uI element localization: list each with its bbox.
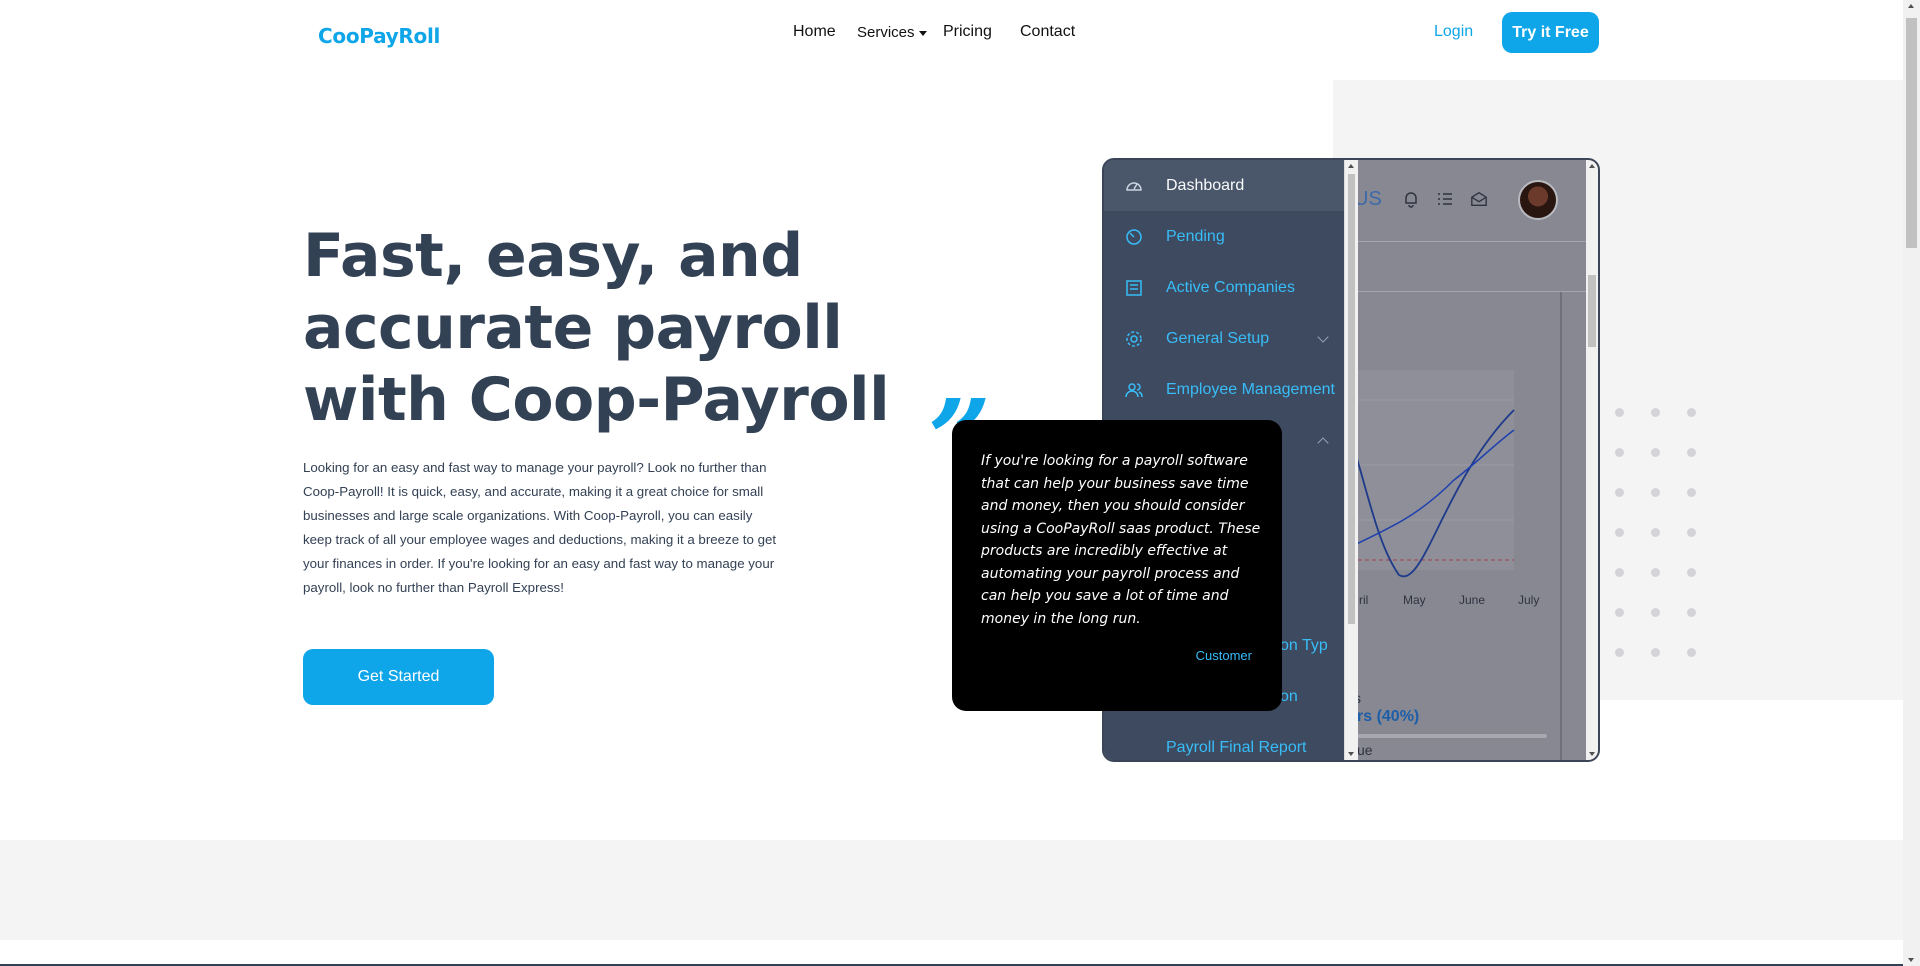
dot bbox=[1615, 608, 1624, 617]
scroll-down-arrow-icon[interactable] bbox=[1348, 752, 1354, 756]
nav-services-dropdown[interactable]: Services bbox=[857, 24, 927, 41]
scrollbar-thumb[interactable] bbox=[1906, 18, 1917, 248]
sidebar-item-pending[interactable]: Pending bbox=[1104, 211, 1344, 262]
scroll-down-arrow-icon[interactable] bbox=[1908, 958, 1914, 962]
sidebar-item-label: Employee Management bbox=[1166, 380, 1335, 398]
stat-highlight: rs (40%) bbox=[1357, 708, 1420, 725]
dot bbox=[1615, 568, 1624, 577]
dot bbox=[1687, 488, 1696, 497]
page-scrollbar[interactable] bbox=[1903, 0, 1920, 966]
user-avatar[interactable] bbox=[1518, 180, 1558, 220]
dot bbox=[1615, 648, 1624, 657]
sidebar-item-label: Active Companies bbox=[1166, 278, 1295, 296]
sidebar-item-label: General Setup bbox=[1166, 329, 1270, 347]
scroll-up-arrow-icon[interactable] bbox=[1908, 4, 1914, 8]
get-started-button[interactable]: Get Started bbox=[303, 649, 494, 705]
dot bbox=[1687, 448, 1696, 457]
dot bbox=[1651, 608, 1660, 617]
dot bbox=[1687, 408, 1696, 417]
dot bbox=[1687, 568, 1696, 577]
scroll-up-arrow-icon[interactable] bbox=[1589, 164, 1595, 168]
sidebar-item-active-companies[interactable]: Active Companies bbox=[1104, 262, 1344, 313]
nav-services-label: Services bbox=[857, 24, 915, 41]
nav-pricing-link[interactable]: Pricing bbox=[943, 23, 992, 41]
stat-progress-bar bbox=[1357, 734, 1547, 738]
sidebar-item-employee-management[interactable]: Employee Management bbox=[1104, 364, 1344, 415]
dot bbox=[1651, 448, 1660, 457]
sidebar-item-label: Payroll Final Report bbox=[1166, 738, 1307, 756]
testimonial-author: Customer bbox=[1195, 648, 1252, 663]
try-free-button[interactable]: Try it Free bbox=[1502, 12, 1599, 53]
testimonial-text: If you're looking for a payroll software… bbox=[981, 453, 1261, 627]
employees-icon bbox=[1125, 382, 1143, 397]
chart-month-label: May bbox=[1403, 593, 1426, 607]
nav-contact-link[interactable]: Contact bbox=[1020, 23, 1075, 41]
dashboard-topbar-text: US bbox=[1354, 188, 1382, 210]
bell-icon[interactable] bbox=[1402, 190, 1420, 208]
dot bbox=[1687, 608, 1696, 617]
dot bbox=[1615, 408, 1624, 417]
caret-down-icon bbox=[918, 30, 927, 36]
dashboard-scrollbar[interactable] bbox=[1586, 160, 1598, 760]
scroll-down-arrow-icon[interactable] bbox=[1589, 752, 1595, 756]
dot bbox=[1615, 488, 1624, 497]
hero-title: Fast, easy, and accurate payroll with Co… bbox=[303, 221, 890, 435]
scroll-up-arrow-icon[interactable] bbox=[1348, 164, 1354, 168]
hero-description: Looking for an easy and fast way to mana… bbox=[303, 460, 777, 595]
pending-icon bbox=[1126, 228, 1142, 245]
dot bbox=[1651, 568, 1660, 577]
sidebar-item-payroll-final-report[interactable]: Payroll Final Report bbox=[1104, 722, 1344, 760]
dot bbox=[1651, 528, 1660, 537]
page: CooPayRoll Home Services Pricing Contact… bbox=[0, 0, 1920, 966]
sidebar-item-general-setup[interactable]: General Setup bbox=[1104, 313, 1344, 364]
sidebar-scrollbar[interactable] bbox=[1344, 160, 1358, 760]
dashboard-subbar bbox=[1344, 242, 1598, 292]
chevron-up-icon bbox=[1317, 436, 1329, 449]
chart-month-label: ril bbox=[1359, 593, 1369, 607]
chevron-down-icon bbox=[1317, 330, 1329, 343]
decorative-dot-grid bbox=[1615, 408, 1723, 657]
dot bbox=[1651, 408, 1660, 417]
testimonial-card: If you're looking for a payroll software… bbox=[952, 420, 1282, 711]
sidebar-item-dashboard[interactable]: Dashboard bbox=[1104, 160, 1344, 211]
dot bbox=[1687, 528, 1696, 537]
companies-icon bbox=[1126, 279, 1142, 296]
top-navbar: CooPayRoll Home Services Pricing Contact… bbox=[0, 0, 1903, 66]
sidebar-item-label: Dashboard bbox=[1166, 176, 1245, 194]
scrollbar-thumb[interactable] bbox=[1348, 174, 1355, 624]
gear-icon bbox=[1126, 330, 1142, 347]
dashboard-gauge-icon bbox=[1126, 181, 1142, 191]
dot bbox=[1687, 648, 1696, 657]
chart-month-label: June bbox=[1459, 593, 1486, 607]
next-section-band bbox=[0, 840, 1903, 940]
scrollbar-thumb[interactable] bbox=[1588, 275, 1596, 347]
line-chart bbox=[1344, 370, 1515, 578]
stat-bottom-label: ue bbox=[1357, 742, 1373, 758]
login-link[interactable]: Login bbox=[1434, 23, 1473, 41]
sidebar-item-label: Pending bbox=[1166, 227, 1225, 245]
dot bbox=[1651, 648, 1660, 657]
dot bbox=[1651, 488, 1660, 497]
chart-month-label: July bbox=[1518, 593, 1540, 607]
list-icon[interactable] bbox=[1436, 190, 1454, 208]
brand-logo[interactable]: CooPayRoll bbox=[318, 24, 440, 48]
mail-open-icon[interactable] bbox=[1470, 190, 1488, 208]
nav-home-link[interactable]: Home bbox=[793, 23, 836, 41]
dot bbox=[1615, 448, 1624, 457]
dot bbox=[1615, 528, 1624, 537]
